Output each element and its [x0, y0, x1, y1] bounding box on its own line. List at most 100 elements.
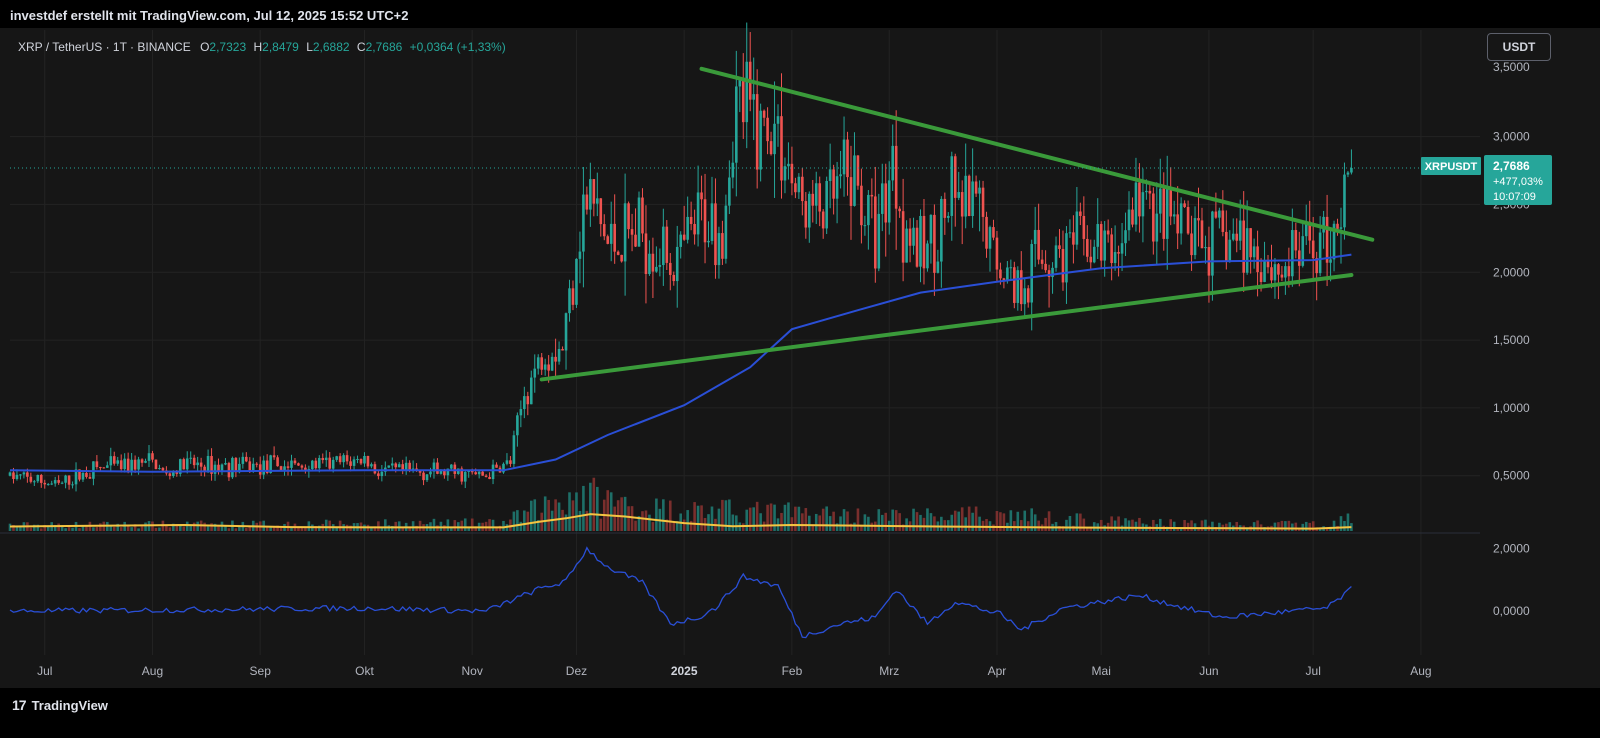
candle-body — [404, 462, 408, 470]
candle-body — [828, 169, 832, 181]
candle-body — [95, 461, 99, 468]
candle-body — [144, 460, 147, 463]
volume-bar — [933, 516, 936, 531]
time-tick-label: Aug — [1410, 664, 1431, 678]
volume-bar — [1019, 520, 1023, 531]
volume-bar — [533, 499, 537, 531]
candle-body — [554, 356, 557, 362]
candle-body — [1291, 230, 1294, 277]
candle-body — [99, 467, 102, 469]
price-chart[interactable]: 3,00002,50002,00001,50001,00000,50003,50… — [0, 0, 1600, 738]
candle-body — [668, 262, 672, 275]
candle-body — [509, 460, 512, 464]
price-tick-label: 1,5000 — [1493, 333, 1530, 347]
volume-bar — [870, 522, 874, 531]
volume-bar — [516, 510, 519, 531]
candle-body — [1165, 188, 1169, 239]
candle-body — [550, 356, 554, 371]
volume-bar — [304, 527, 307, 531]
volume-bar — [112, 526, 116, 531]
candle-body — [540, 357, 544, 370]
price-axis: 3,00002,50002,00001,50001,00000,50003,50… — [1493, 60, 1530, 483]
candle-body — [700, 192, 703, 200]
candle-body — [974, 181, 978, 194]
candle-body — [867, 194, 870, 226]
candle-body — [724, 205, 728, 259]
candle-body — [1329, 259, 1332, 263]
volume-bar — [832, 511, 835, 531]
volume-bar — [929, 513, 933, 531]
candle-body — [137, 459, 140, 470]
candle-body — [1155, 213, 1159, 242]
candle-body — [1030, 244, 1034, 303]
volume-bar — [196, 521, 199, 531]
candle-body — [689, 216, 693, 224]
volume-bar — [543, 496, 547, 531]
volume-bar — [1291, 523, 1294, 531]
candle-body — [644, 233, 648, 275]
candle-body — [151, 453, 154, 460]
candle-body — [853, 155, 856, 206]
currency-button[interactable]: USDT — [1487, 33, 1551, 61]
volume-bar — [794, 506, 797, 531]
volume-bar — [1092, 522, 1096, 531]
candle-body — [1263, 259, 1266, 282]
volume-bar — [741, 523, 745, 531]
candle-body — [874, 196, 877, 269]
candle-body — [1089, 256, 1093, 263]
candle-body — [1311, 240, 1315, 259]
candle-body — [1214, 211, 1218, 218]
candle-body — [912, 227, 915, 246]
candle-body — [1113, 252, 1117, 264]
volume-bar — [1033, 514, 1037, 531]
time-tick-label: Sep — [250, 664, 272, 678]
volume-bar — [880, 514, 884, 531]
candle-body — [578, 251, 582, 259]
candle-body — [1138, 182, 1141, 217]
candle-body — [1117, 252, 1120, 254]
candle-body — [505, 460, 509, 464]
volume-bar — [828, 516, 832, 531]
candle-body — [655, 266, 658, 272]
volume-bar — [411, 521, 415, 531]
volume-bar — [787, 502, 790, 531]
candle-body — [623, 203, 627, 262]
candle-body — [516, 415, 519, 436]
legend-symbol[interactable]: XRP / TetherUS · 1T · BINANCE — [18, 40, 191, 54]
candle-body — [366, 455, 370, 467]
candle-body — [189, 457, 193, 459]
candle-body — [575, 258, 578, 305]
candle-body — [1204, 247, 1207, 249]
volume-bar — [1304, 521, 1308, 531]
brand[interactable]: 17 TradingView — [12, 695, 108, 715]
volume-bar — [488, 519, 491, 531]
price-tag-symbol: XRPUSDT — [1425, 161, 1478, 173]
legend-close-value: 2,7686 — [365, 40, 403, 54]
candle-body — [140, 459, 144, 463]
candle-body — [1277, 264, 1280, 275]
legend-low-key: L — [306, 40, 313, 54]
volume-bar — [168, 527, 172, 531]
legend-close-key: C — [356, 40, 366, 54]
candle-body — [1218, 210, 1221, 218]
candle-body — [1131, 209, 1134, 225]
volume-bar — [1169, 519, 1173, 531]
volume-bar — [397, 521, 401, 531]
candle-body — [703, 199, 707, 243]
candle-body — [686, 216, 689, 240]
candles — [8, 22, 1353, 492]
candle-body — [92, 461, 95, 479]
volume-bar — [245, 528, 248, 531]
volume-bar — [1228, 522, 1232, 531]
volume-bar — [606, 490, 610, 531]
candle-body — [992, 227, 995, 238]
candle-body — [1252, 246, 1256, 258]
legend-high-value: 2,8479 — [262, 40, 299, 54]
candle-body — [790, 163, 794, 184]
volume-bar — [731, 514, 735, 531]
volume-bar — [1343, 520, 1346, 531]
candle-body — [1197, 218, 1200, 221]
candle-body — [380, 471, 384, 477]
volume-bar — [265, 527, 269, 531]
volume-bar — [1172, 521, 1176, 531]
